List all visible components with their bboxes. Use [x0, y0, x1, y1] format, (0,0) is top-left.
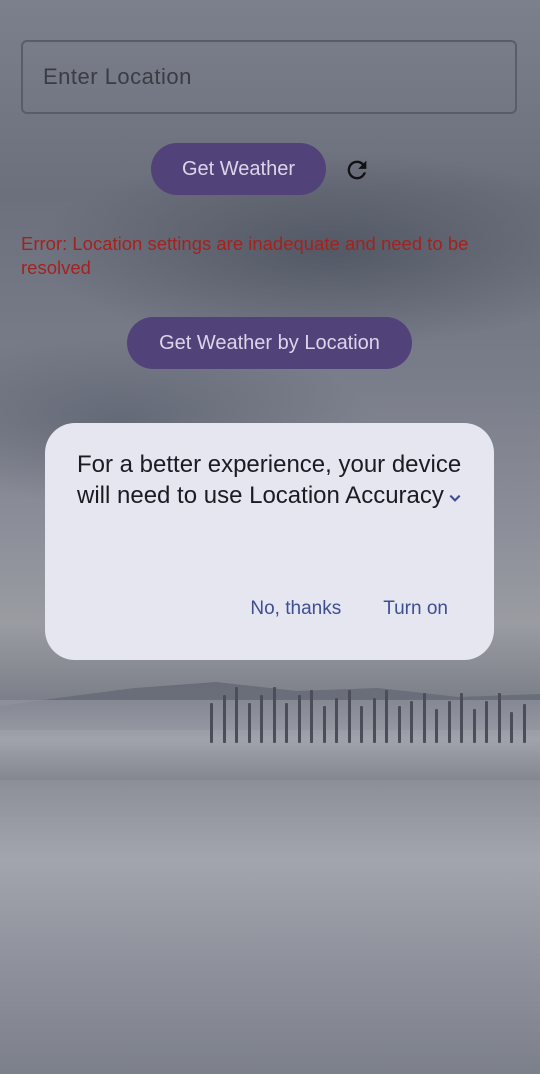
fence-post	[235, 687, 238, 743]
fence-post	[447, 701, 451, 743]
fence-post	[360, 706, 363, 743]
fence-post	[285, 703, 288, 743]
fence-post	[385, 690, 388, 743]
fence-post	[397, 706, 401, 743]
dialog-actions: No, thanks Turn on	[250, 598, 448, 620]
fence-post	[510, 712, 513, 743]
fence-post	[260, 695, 263, 743]
fence-post	[422, 693, 426, 743]
fence-post	[310, 690, 313, 743]
fence-post	[410, 701, 413, 743]
fence-post	[435, 709, 438, 743]
fence-post	[322, 706, 326, 743]
background-fence	[210, 668, 540, 743]
fence-post	[372, 698, 376, 743]
error-message: Error: Location settings are inadequate …	[21, 233, 469, 278]
fence-post	[222, 695, 226, 743]
fence-post	[460, 693, 463, 743]
fence-post	[335, 698, 338, 743]
fence-post	[347, 690, 351, 743]
fence-post	[485, 701, 488, 743]
location-input-placeholder: Enter Location	[43, 64, 192, 89]
location-accuracy-dialog: For a better experience, your device wil…	[45, 423, 494, 660]
dialog-message-text: For a better experience, your device wil…	[77, 451, 462, 509]
fence-post	[297, 695, 301, 743]
dialog-message: For a better experience, your device wil…	[77, 449, 462, 511]
get-weather-button[interactable]: Get Weather	[151, 143, 326, 195]
fence-post	[247, 703, 251, 743]
refresh-icon[interactable]	[343, 156, 371, 184]
location-input[interactable]: Enter Location	[21, 40, 517, 114]
fence-post	[497, 693, 501, 743]
fence-post	[272, 687, 276, 743]
get-weather-by-location-button[interactable]: Get Weather by Location	[127, 317, 412, 369]
fence-post	[472, 709, 476, 743]
no-thanks-button[interactable]: No, thanks	[250, 598, 341, 620]
turn-on-button[interactable]: Turn on	[383, 598, 448, 620]
chevron-down-icon[interactable]	[448, 491, 462, 505]
fence-post	[210, 703, 213, 743]
fence-post	[522, 704, 526, 743]
